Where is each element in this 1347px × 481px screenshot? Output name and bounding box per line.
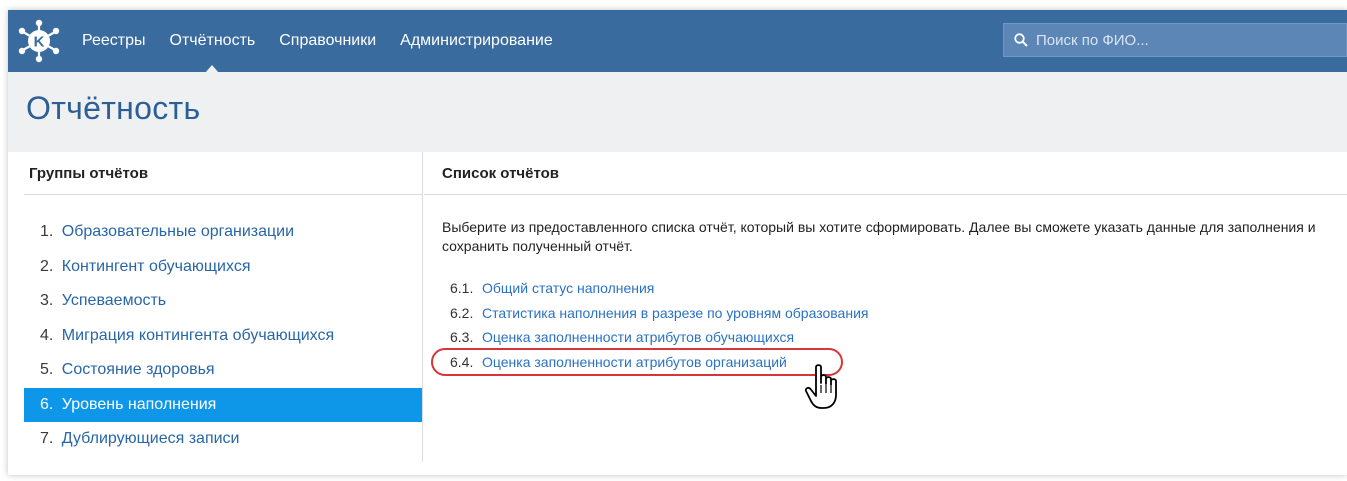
report-link[interactable]: Оценка заполненности атрибутов обучающих… (482, 329, 794, 345)
group-item[interactable]: 5. Состояние здоровья (24, 353, 422, 388)
app-window: K Реестры Отчётность Справочники Админис… (8, 10, 1347, 475)
group-number: 5. (40, 361, 54, 378)
group-label: Контингент обучающихся (61, 257, 251, 275)
group-number: 2. (40, 257, 54, 275)
logo-icon[interactable]: K (14, 18, 64, 64)
group-number: 3. (40, 292, 54, 309)
group-number: 6. (40, 395, 54, 413)
group-number: 4. (40, 326, 54, 344)
page-title: Отчётность (26, 90, 201, 126)
nav-item-reports[interactable]: Отчётность (170, 32, 255, 73)
report-link[interactable]: Статистика наполнения в разрезе по уровн… (482, 305, 868, 321)
group-item-selected[interactable]: 6. Уровень наполнения (24, 387, 422, 422)
hand-cursor-icon (804, 364, 837, 409)
title-band: Отчётность (8, 72, 1347, 152)
report-item: 6.2. Статистика наполнения в разрезе по у… (450, 301, 868, 326)
group-label: Образовательные организации (61, 223, 295, 240)
main-nav: Реестры Отчётность Справочники Администр… (82, 10, 577, 73)
group-label: Уровень наполнения (61, 395, 217, 413)
group-number: 1. (40, 223, 54, 240)
svg-text:K: K (34, 34, 45, 51)
nav-item-registries[interactable]: Реестры (82, 32, 146, 50)
group-item[interactable]: 1. Образовательные организации (24, 215, 422, 250)
search-icon (1014, 33, 1028, 47)
report-list-panel: Список отчётов Выберите из предоставленн… (424, 152, 1347, 462)
group-item[interactable]: 3. Успеваемость (24, 284, 422, 319)
report-groups-list: 1. Образовательные организации 2. Контин… (24, 215, 422, 457)
report-item: 6.1. Общий статус наполнения (450, 276, 868, 301)
group-label: Дублирующиеся записи (61, 430, 240, 447)
search-box (1003, 23, 1347, 57)
group-label: Успеваемость (61, 292, 167, 309)
report-link[interactable]: Общий статус наполнения (482, 280, 654, 296)
nav-item-administration[interactable]: Администрирование (400, 32, 553, 50)
group-number: 7. (40, 430, 54, 447)
report-number: 6.3. (450, 329, 474, 345)
group-item[interactable]: 2. Контингент обучающихся (24, 250, 422, 285)
group-label: Миграция контингента обучающихся (61, 326, 335, 344)
group-item[interactable]: 7. Дублирующиеся записи (24, 422, 422, 457)
search-input[interactable] (1034, 30, 1338, 50)
highlight-oval (431, 348, 843, 376)
report-item: 6.3. Оценка заполненности атрибутов обуча… (450, 325, 868, 350)
report-number: 6.1. (450, 280, 474, 296)
group-label: Состояние здоровья (61, 361, 215, 378)
group-item[interactable]: 4. Миграция контингента обучающихся (24, 319, 422, 354)
nav-item-directories[interactable]: Справочники (279, 32, 376, 50)
report-groups-header: Группы отчётов (24, 152, 422, 195)
report-groups-panel: Группы отчётов 1. Образовательные органи… (24, 152, 423, 462)
report-list-header: Список отчётов (424, 152, 1347, 195)
report-number: 6.2. (450, 304, 474, 321)
report-list-intro: Выберите из предоставленного списка отчё… (442, 219, 1316, 254)
top-navigation-bar: K Реестры Отчётность Справочники Админис… (8, 10, 1347, 73)
